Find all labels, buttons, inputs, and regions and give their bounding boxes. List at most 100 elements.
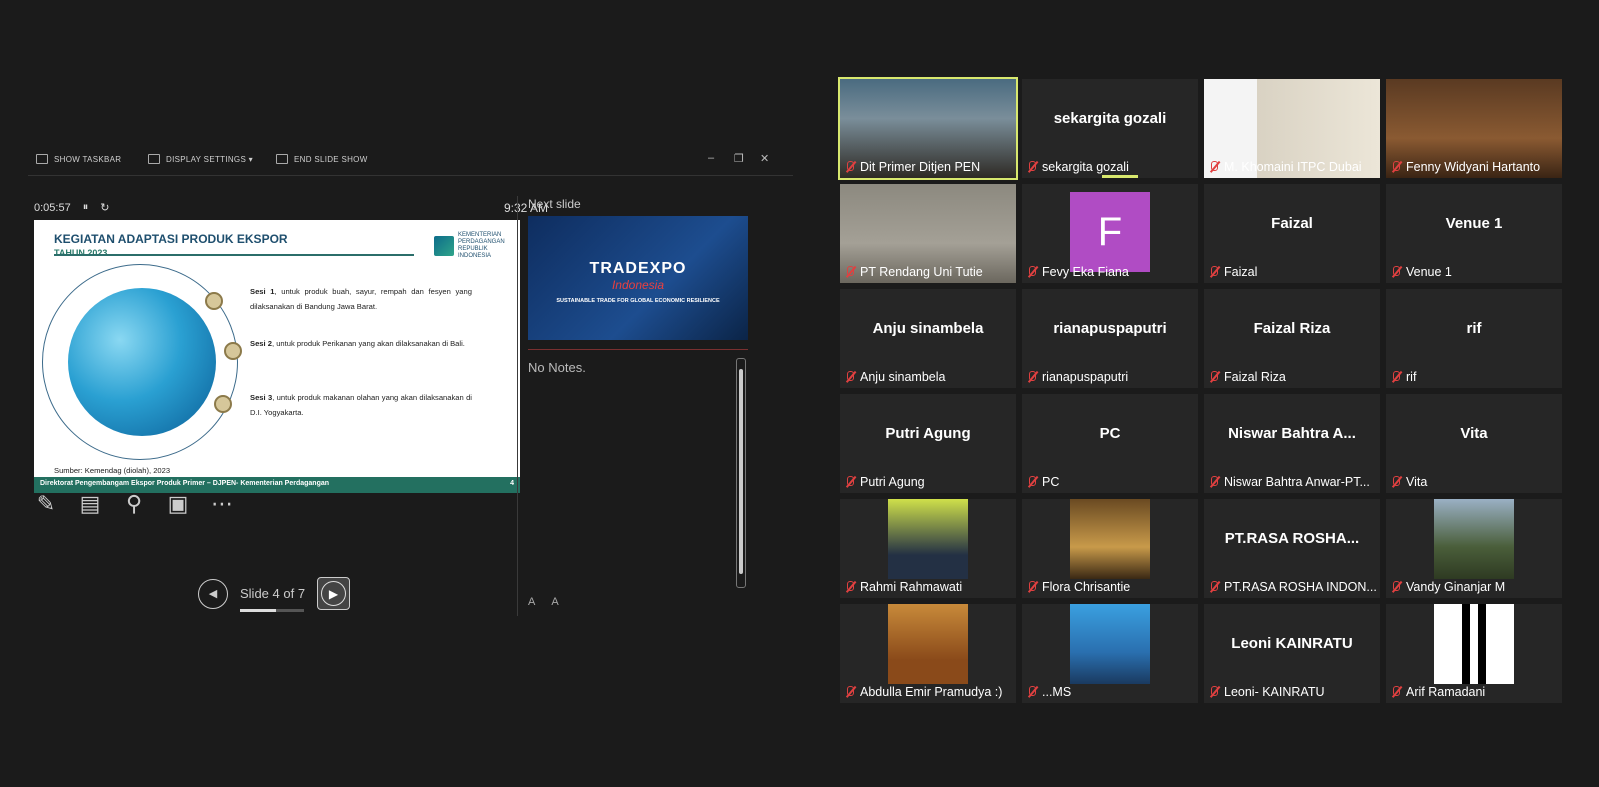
participant-name-label: PT Rendang Uni Tutie (840, 261, 987, 283)
participant-tile[interactable]: PT Rendang Uni Tutie (840, 184, 1016, 283)
current-slide[interactable]: KEGIATAN ADAPTASI PRODUK EKSPOR TAHUN 20… (34, 220, 520, 493)
participant-name-label: Fenny Widyani Hartanto (1386, 156, 1544, 178)
mic-muted-icon (844, 265, 856, 279)
mic-muted-icon (1026, 370, 1038, 384)
slide-navigation: ◀ Slide 4 of 7 ▶ (198, 577, 351, 612)
notes-scrollbar[interactable] (736, 358, 746, 588)
speaker-notes[interactable]: No Notes. (528, 360, 586, 375)
end-slide-show-button[interactable]: END SLIDE SHOW (276, 154, 368, 164)
mic-muted-icon (844, 580, 856, 594)
mic-muted-icon (1026, 265, 1038, 279)
black-screen-icon[interactable]: ▣ (166, 492, 190, 516)
participant-tile[interactable]: sekargita gozali sekargita gozali (1022, 79, 1198, 178)
mic-muted-icon (1208, 580, 1220, 594)
minimize-button[interactable]: – (708, 152, 714, 164)
avatar (1434, 604, 1514, 684)
participant-name-label: Faizal Riza (1204, 366, 1290, 388)
participant-tile[interactable]: Abdulla Emir Pramudya :) (840, 604, 1016, 703)
participant-tile[interactable]: Faizal Riza Faizal Riza (1204, 289, 1380, 388)
mic-muted-icon (1390, 580, 1402, 594)
participant-tile[interactable]: M. Khomaini ITPC Dubai (1204, 79, 1380, 178)
next-slide-button[interactable]: ▶ (317, 577, 351, 610)
avatar-letter: F (1070, 192, 1150, 272)
participant-name-label: PC (1022, 471, 1063, 493)
mic-muted-icon (1390, 685, 1402, 699)
participant-display-name: PT.RASA ROSHA... (1224, 529, 1360, 547)
slide-counter: Slide 4 of 7 (240, 586, 305, 612)
participant-tile[interactable]: Vita Vita (1386, 394, 1562, 493)
mic-muted-icon (1208, 685, 1220, 699)
next-slide-thumbnail[interactable]: TRADEXPO Indonesia SUSTAINABLE TRADE FOR… (528, 216, 748, 340)
restore-button[interactable]: ❐ (734, 152, 744, 165)
more-options-icon[interactable]: ⋯ (210, 492, 234, 516)
participant-tile[interactable]: Vandy Ginanjar M (1386, 499, 1562, 598)
participant-display-name: Niswar Bahtra A... (1228, 424, 1356, 442)
mic-muted-icon (1208, 265, 1220, 279)
mic-muted-icon (1026, 160, 1038, 174)
participant-tile[interactable]: rianapuspaputri rianapuspaputri (1022, 289, 1198, 388)
participant-tile[interactable]: PC PC (1022, 394, 1198, 493)
participant-name-label: rif (1386, 366, 1420, 388)
pause-icon[interactable]: ⏸ (83, 201, 89, 214)
mic-muted-icon (1208, 475, 1220, 489)
participant-tile[interactable]: Anju sinambela Anju sinambela (840, 289, 1016, 388)
ministry-logo: KEMENTERIAN PERDAGANGAN REPUBLIK INDONES… (434, 232, 518, 260)
previous-slide-button[interactable]: ◀ (198, 578, 228, 609)
participant-tile[interactable]: Faizal Faizal (1204, 184, 1380, 283)
pen-icon[interactable]: ✎ (34, 492, 58, 516)
increase-font-button[interactable]: A (528, 596, 535, 608)
avatar (1070, 604, 1150, 684)
participant-name-label: Arif Ramadani (1386, 681, 1489, 703)
slide-timer: 0:05:57 ⏸ ↻ (34, 201, 109, 214)
globe-image (68, 288, 216, 436)
mic-muted-icon (1390, 265, 1402, 279)
participant-name-label: Venue 1 (1386, 261, 1456, 283)
zoom-icon[interactable]: ⚲ (122, 492, 146, 516)
participant-tile[interactable]: Dit Primer Ditjen PEN (838, 77, 1018, 180)
slide-source: Sumber: Kemendag (diolah), 2023 (54, 466, 171, 475)
scroll-thumb[interactable] (739, 369, 743, 574)
participant-tile[interactable]: Leoni KAINRATU Leoni- KAINRATU (1204, 604, 1380, 703)
participant-tile[interactable]: PT.RASA ROSHA... PT.RASA ROSHA INDON... (1204, 499, 1380, 598)
sesi-1-text: Sesi 1, untuk produk buah, sayur, rempah… (250, 287, 472, 311)
logo-text: KEMENTERIAN PERDAGANGAN REPUBLIK INDONES… (458, 232, 505, 259)
participant-name-label: Abdulla Emir Pramudya :) (840, 681, 1006, 703)
participant-tile[interactable]: F Fevy Eka Fiana (1022, 184, 1198, 283)
participant-name-label: Anju sinambela (840, 366, 949, 388)
avatar (888, 604, 968, 684)
participant-name-label: Flora Chrisantie (1022, 576, 1134, 598)
chevron-right-icon: ▶ (321, 581, 347, 606)
all-slides-icon[interactable]: ▤ (78, 492, 102, 516)
participant-tile[interactable]: Rahmi Rahmawati (840, 499, 1016, 598)
slide-title: KEGIATAN ADAPTASI PRODUK EKSPOR (54, 232, 288, 246)
participant-tile[interactable]: Fenny Widyani Hartanto (1386, 79, 1562, 178)
participant-tile[interactable]: Venue 1 Venue 1 (1386, 184, 1562, 283)
participant-name-label: M. Khomaini ITPC Dubai (1204, 156, 1366, 178)
participant-name-label: Putri Agung (840, 471, 929, 493)
participant-tile[interactable]: Niswar Bahtra A... Niswar Bahtra Anwar-PT… (1204, 394, 1380, 493)
mic-muted-icon (1026, 475, 1038, 489)
display-settings-button[interactable]: DISPLAY SETTINGS ▾ (148, 154, 253, 164)
participant-display-name: PC (1099, 424, 1121, 442)
close-button[interactable]: ✕ (760, 152, 769, 165)
participant-display-name: Vita (1460, 424, 1488, 442)
show-taskbar-button[interactable]: SHOW TASKBAR (36, 154, 121, 164)
mic-muted-icon (1208, 160, 1220, 174)
logo-mark-icon (434, 236, 454, 256)
next-slide-label: Next slide (528, 197, 581, 211)
notes-font-controls: A A (528, 596, 559, 608)
participant-tile[interactable]: Putri Agung Putri Agung (840, 394, 1016, 493)
mic-muted-icon (1390, 160, 1402, 174)
participant-name-label: Vita (1386, 471, 1431, 493)
participant-tile[interactable]: rif rif (1386, 289, 1562, 388)
decrease-font-button[interactable]: A (551, 596, 558, 608)
slide-footer: Direktorat Pengembangam Ekspor Produk Pr… (34, 477, 520, 493)
participant-tile[interactable]: ...MS (1022, 604, 1198, 703)
participant-tile[interactable]: Flora Chrisantie (1022, 499, 1198, 598)
participant-tile[interactable]: Arif Ramadani (1386, 604, 1562, 703)
pane-divider[interactable] (517, 196, 518, 616)
participant-name-label: rianapuspaputri (1022, 366, 1132, 388)
participant-name-label: Leoni- KAINRATU (1204, 681, 1329, 703)
mic-muted-icon (1390, 370, 1402, 384)
reset-icon[interactable]: ↻ (100, 201, 109, 214)
